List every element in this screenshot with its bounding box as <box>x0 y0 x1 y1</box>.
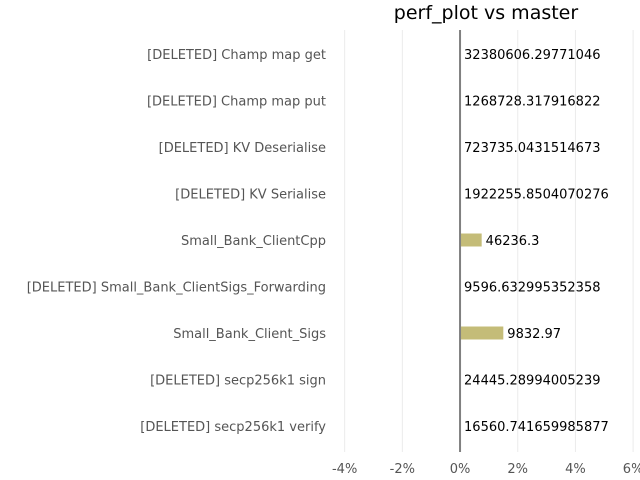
x-tick-label-1: -2% <box>390 462 415 477</box>
value-label-2: 723735.0431514673 <box>464 141 600 156</box>
value-label-0: 32380606.29771046 <box>464 48 600 63</box>
category-label-2: [DELETED] KV Deserialise <box>159 141 326 156</box>
bar-6 <box>460 326 504 340</box>
x-tick-label-4: 4% <box>565 462 586 477</box>
value-label-8: 16560.741659985877 <box>464 420 609 435</box>
category-label-0: [DELETED] Champ map get <box>147 48 326 63</box>
bar-4 <box>460 233 482 247</box>
category-labels: [DELETED] Champ map get [DELETED] Champ m… <box>27 48 327 435</box>
value-label-1: 1268728.317916822 <box>464 95 600 110</box>
x-tick-label-3: 2% <box>507 462 528 477</box>
value-label-3: 1922255.8504070276 <box>464 188 609 203</box>
chart-title: perf_plot vs master <box>394 2 579 24</box>
perf-chart: perf_plot vs master [DELETED] Champ map … <box>27 2 640 477</box>
value-label-4: 46236.3 <box>486 234 540 249</box>
value-labels: 32380606.29771046 1268728.317916822 723735… <box>464 48 609 435</box>
category-label-1: [DELETED] Champ map put <box>147 95 326 110</box>
category-label-5: [DELETED] Small_Bank_ClientSigs_Forwardi… <box>27 281 326 296</box>
category-label-4: Small_Bank_ClientCpp <box>181 234 326 249</box>
x-tick-labels: -4% -2% 0% 2% 4% 6% <box>332 462 640 477</box>
value-label-6: 9832.97 <box>507 327 561 342</box>
x-tick-label-5: 6% <box>623 462 640 477</box>
value-label-5: 9596.632995352358 <box>464 281 600 296</box>
category-label-7: [DELETED] secp256k1 sign <box>150 374 326 389</box>
x-tick-label-2: 0% <box>450 462 471 477</box>
x-tick-label-0: -4% <box>332 462 357 477</box>
category-label-3: [DELETED] KV Serialise <box>175 188 326 203</box>
category-label-6: Small_Bank_Client_Sigs <box>173 327 326 342</box>
value-label-7: 24445.28994005239 <box>464 374 600 389</box>
category-label-8: [DELETED] secp256k1 verify <box>140 420 326 435</box>
